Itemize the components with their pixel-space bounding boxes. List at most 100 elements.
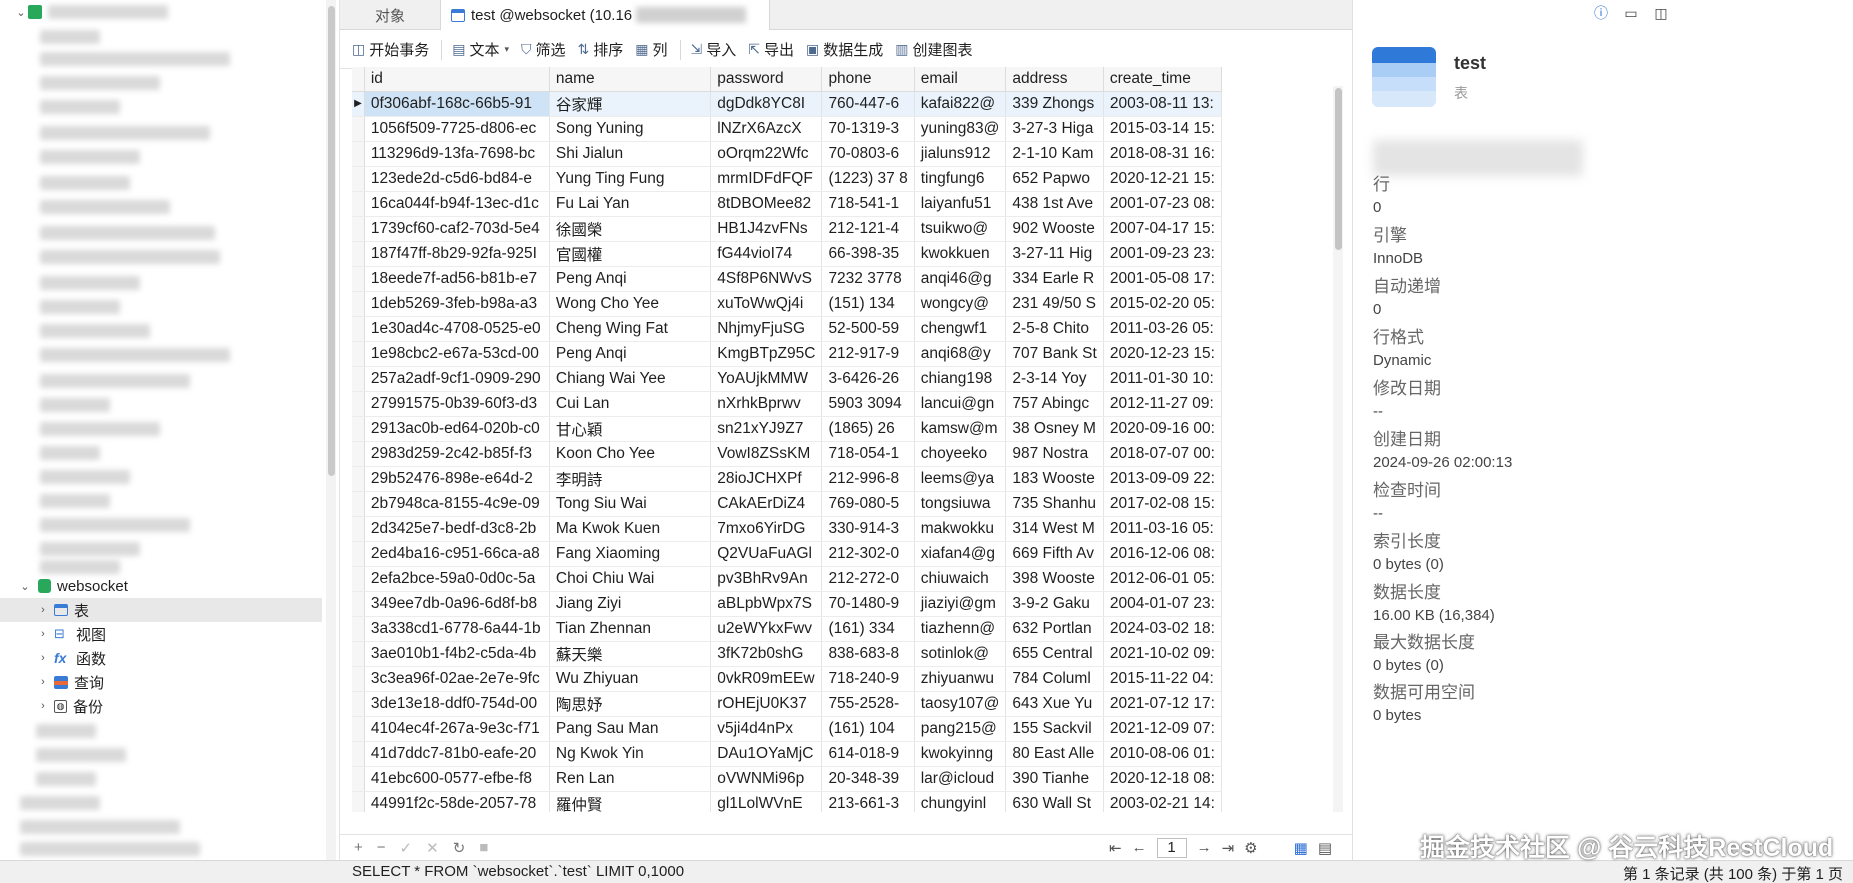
cell-address[interactable]: 38 Osney M bbox=[1005, 416, 1104, 442]
cell-create_time[interactable]: 2020-09-16 00: bbox=[1103, 416, 1222, 442]
cell-password[interactable]: aBLpbWpx7S bbox=[710, 591, 823, 617]
cell-id[interactable]: 2983d259-2c42-b85f-f3 bbox=[364, 441, 550, 467]
cell-email[interactable]: yuning83@ bbox=[914, 116, 1007, 142]
cell-name[interactable]: Koon Cho Yee bbox=[549, 441, 712, 467]
cell-email[interactable]: jialuns912 bbox=[914, 141, 1007, 167]
cell-create_time[interactable]: 2018-07-07 00: bbox=[1103, 441, 1222, 467]
cell-email[interactable]: sotinlok@ bbox=[914, 641, 1007, 667]
cell-id[interactable]: 4104ec4f-267a-9e3c-f71 bbox=[364, 716, 550, 742]
cell-id[interactable]: 16ca044f-b94f-13ec-d1c bbox=[364, 191, 550, 217]
cell-email[interactable]: xiafan4@g bbox=[914, 541, 1007, 567]
row-header[interactable] bbox=[352, 141, 365, 167]
cell-name[interactable]: Song Yuning bbox=[549, 116, 712, 142]
add-record-icon[interactable]: + bbox=[354, 839, 363, 857]
connection-row[interactable]: ⌄ bbox=[14, 0, 168, 24]
cell-id[interactable]: 29b52476-898e-e64d-2 bbox=[364, 466, 550, 492]
cell-address[interactable]: 155 Sackvil bbox=[1005, 716, 1104, 742]
text-view-button[interactable]: ▤ 文本 ▾ bbox=[452, 39, 509, 60]
row-header[interactable] bbox=[352, 791, 365, 812]
cell-name[interactable]: Ma Kwok Kuen bbox=[549, 516, 712, 542]
row-header[interactable] bbox=[352, 566, 365, 592]
table-row[interactable]: 1e30ad4c-4708-0525-e0 Cheng Wing Fat Nhjmy… bbox=[352, 316, 1222, 342]
cell-address[interactable]: 398 Wooste bbox=[1005, 566, 1104, 592]
table-row[interactable]: 1056f509-7725-d806-ec Song Yuning lNZrX6Az… bbox=[352, 116, 1222, 142]
cell-create_time[interactable]: 2001-05-08 17: bbox=[1103, 266, 1222, 292]
database-row[interactable]: ⌄ websocket bbox=[18, 574, 127, 598]
cell-password[interactable]: 4Sf8P6NWvS bbox=[710, 266, 823, 292]
cell-create_time[interactable]: 2003-08-11 13: bbox=[1103, 91, 1222, 117]
apply-changes-icon[interactable]: ✓ bbox=[400, 839, 413, 857]
cell-address[interactable]: 707 Bank St bbox=[1005, 341, 1104, 367]
cell-id[interactable]: 2913ac0b-ed64-020b-c0 bbox=[364, 416, 550, 442]
cell-phone[interactable]: (151) 134 bbox=[821, 291, 915, 317]
cell-id[interactable]: 44991f2c-58de-2057-78 bbox=[364, 791, 550, 812]
cell-address[interactable]: 757 Abingc bbox=[1005, 391, 1104, 417]
tree-item-queries[interactable]: › 查询 bbox=[36, 670, 104, 694]
table-row[interactable]: 2983d259-2c42-b85f-f3 Koon Cho Yee VowI8ZS… bbox=[352, 441, 1222, 467]
table-row[interactable]: 349ee7db-0a96-6d8f-b8 Jiang Ziyi aBLpbWpx7… bbox=[352, 591, 1222, 617]
cell-phone[interactable]: 755-2528- bbox=[821, 691, 915, 717]
cell-phone[interactable]: 70-1319-3 bbox=[821, 116, 915, 142]
row-header[interactable] bbox=[352, 691, 365, 717]
cell-phone[interactable]: 213-661-3 bbox=[821, 791, 915, 812]
cell-phone[interactable]: 330-914-3 bbox=[821, 516, 915, 542]
cell-create_time[interactable]: 2016-12-06 08: bbox=[1103, 541, 1222, 567]
cell-id[interactable]: 349ee7db-0a96-6d8f-b8 bbox=[364, 591, 550, 617]
cell-email[interactable]: choyeeko bbox=[914, 441, 1007, 467]
cell-id[interactable]: 1739cf60-caf2-703d-5e4 bbox=[364, 216, 550, 242]
cell-email[interactable]: kwokyinng bbox=[914, 741, 1007, 767]
cell-email[interactable]: tiazhenn@ bbox=[914, 616, 1007, 642]
table-row[interactable]: ▶ 0f306abf-168c-66b5-91 谷家輝 dgDdk8YC8I 760-4… bbox=[352, 91, 1222, 117]
cell-address[interactable]: 643 Xue Yu bbox=[1005, 691, 1104, 717]
row-header[interactable] bbox=[352, 516, 365, 542]
cell-phone[interactable]: 718-054-1 bbox=[821, 441, 915, 467]
export-button[interactable]: ⇱ 导出 bbox=[748, 39, 794, 60]
cell-phone[interactable]: 66-398-35 bbox=[821, 241, 915, 267]
cell-password[interactable]: lNZrX6AzcX bbox=[710, 116, 823, 142]
table-row[interactable]: 41d7ddc7-81b0-eafe-20 Ng Kwok Yin DAu1OYaM… bbox=[352, 741, 1222, 767]
cell-create_time[interactable]: 2018-08-31 16: bbox=[1103, 141, 1222, 167]
cell-address[interactable]: 652 Papwo bbox=[1005, 166, 1104, 192]
table-row[interactable]: 2d3425e7-bedf-d3c8-2b Ma Kwok Kuen 7mxo6Yi… bbox=[352, 516, 1222, 542]
cell-create_time[interactable]: 2020-12-23 15: bbox=[1103, 341, 1222, 367]
cell-password[interactable]: v5ji4d4nPx bbox=[710, 716, 823, 742]
table-row[interactable]: 1739cf60-caf2-703d-5e4 徐國榮 HB1J4zvFNs 212-1… bbox=[352, 216, 1222, 242]
cell-id[interactable]: 0f306abf-168c-66b5-91 bbox=[364, 91, 550, 117]
cell-phone[interactable]: 212-302-0 bbox=[821, 541, 915, 567]
cell-password[interactable]: nXrhkBprwv bbox=[710, 391, 823, 417]
row-header[interactable] bbox=[352, 291, 365, 317]
cell-name[interactable]: Fang Xiaoming bbox=[549, 541, 712, 567]
cell-phone[interactable]: 7232 3778 bbox=[821, 266, 915, 292]
cell-create_time[interactable]: 2007-04-17 15: bbox=[1103, 216, 1222, 242]
cell-id[interactable]: 187f47ff-8b29-92fa-925I bbox=[364, 241, 550, 267]
cell-id[interactable]: 2efa2bce-59a0-0d0c-5a bbox=[364, 566, 550, 592]
cell-password[interactable]: sn21xYJ9Z7 bbox=[710, 416, 823, 442]
cell-password[interactable]: xuToWwQj4i bbox=[710, 291, 823, 317]
cell-name[interactable]: 李明詩 bbox=[549, 466, 712, 492]
cell-email[interactable]: lar@icloud bbox=[914, 766, 1007, 792]
cell-name[interactable]: Peng Anqi bbox=[549, 341, 712, 367]
row-header[interactable] bbox=[352, 666, 365, 692]
import-button[interactable]: ⇲ 导入 bbox=[691, 39, 737, 60]
cell-create_time[interactable]: 2001-07-23 08: bbox=[1103, 191, 1222, 217]
chevron-right-icon[interactable]: › bbox=[36, 700, 50, 712]
table-row[interactable]: 27991575-0b39-60f3-d3 Cui Lan nXrhkBprwv 59… bbox=[352, 391, 1222, 417]
cell-phone[interactable]: 212-917-9 bbox=[821, 341, 915, 367]
column-header-create_time[interactable]: create_time bbox=[1103, 67, 1222, 92]
tree-item-backups[interactable]: › ◍ 备份 bbox=[36, 694, 103, 718]
cell-name[interactable]: Shi Jialun bbox=[549, 141, 712, 167]
cell-id[interactable]: 257a2adf-9cf1-0909-290 bbox=[364, 366, 550, 392]
cell-create_time[interactable]: 2017-02-08 15: bbox=[1103, 491, 1222, 517]
cell-id[interactable]: 3de13e18-ddf0-754d-00 bbox=[364, 691, 550, 717]
cell-create_time[interactable]: 2011-03-26 05: bbox=[1103, 316, 1222, 342]
table-row[interactable]: 123ede2d-c5d6-bd84-e Yung Ting Fung mrmIDF… bbox=[352, 166, 1222, 192]
table-row[interactable]: 41ebc600-0577-efbe-f8 Ren Lan oVWNMi96p 20-… bbox=[352, 766, 1222, 792]
cell-email[interactable]: leems@ya bbox=[914, 466, 1007, 492]
cell-email[interactable]: chungyinl bbox=[914, 791, 1007, 812]
cell-password[interactable]: Q2VUaFuAGl bbox=[710, 541, 823, 567]
cell-name[interactable]: 蘇天樂 bbox=[549, 641, 712, 667]
row-header[interactable] bbox=[352, 166, 365, 192]
table-row[interactable]: 16ca044f-b94f-13ec-d1c Fu Lai Yan 8tDBOMee… bbox=[352, 191, 1222, 217]
row-header[interactable] bbox=[352, 441, 365, 467]
cell-password[interactable]: dgDdk8YC8I bbox=[710, 91, 823, 117]
